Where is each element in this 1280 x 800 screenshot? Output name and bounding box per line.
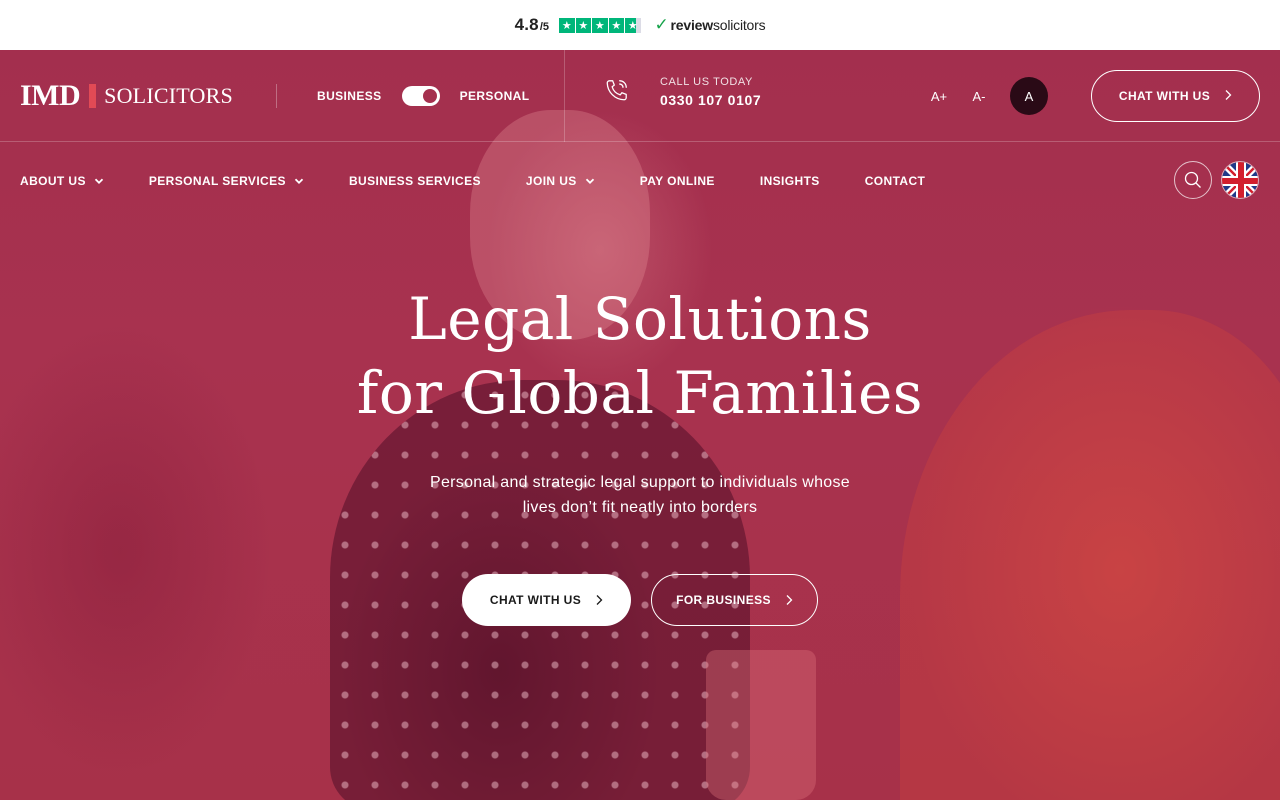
nav-label: PAY ONLINE [639,174,715,188]
nav-item-join-us[interactable]: JOIN US [526,174,595,188]
nav-item-pay-online[interactable]: PAY ONLINE [640,174,715,188]
nav-item-insights[interactable]: INSIGHTS [760,174,820,188]
header-separator [564,50,565,142]
nav-label: INSIGHTS [759,174,820,188]
hero-subtitle-line-1: Personal and strategic legal support to … [429,474,850,491]
audience-toggle[interactable] [401,86,440,106]
logo-bar [89,84,97,108]
rating-score: 4.8 /5 [515,15,549,35]
review-bar: 4.8 /5 ★ ★ ★ ★ ★ ✓ reviewsolicitors [0,0,1280,50]
search-icon [1184,171,1201,188]
rating-stars: ★ ★ ★ ★ ★ [559,17,641,33]
nav-label: PERSONAL SERVICES [148,174,286,188]
nav-item-personal-services[interactable]: PERSONAL SERVICES [149,174,304,188]
phone-icon [604,77,630,108]
audience-switch: BUSINESS PERSONAL [317,86,529,106]
chevron-down-icon [585,178,594,184]
checkmark-icon: ✓ [654,15,669,35]
logo-review-text: review [670,17,714,33]
main-nav: ABOUT US PERSONAL SERVICES BUSINESS SERV… [20,174,970,188]
font-size-controls: A+ A- A [924,77,1048,115]
star-icon: ★ [608,17,624,33]
hero-title-line-2: for Global Families [356,359,924,427]
font-decrease-button[interactable]: A- [964,77,994,115]
hero-subtitle-line-2: lives don’t fit neatly into borders [522,499,758,516]
rating-value: 4.8 [514,15,539,34]
chevron-down-icon [294,178,304,184]
logo-solicitors-text: solicitors [712,17,766,33]
chevron-right-icon [786,595,793,605]
nav-label: JOIN US [525,174,577,188]
site-header: IMD SOLICITORS BUSINESS PERSONAL CALL US… [0,50,1280,142]
logo-solicitors: SOLICITORS [104,83,233,108]
star-icon: ★ [625,17,641,33]
nav-item-contact[interactable]: CONTACT [865,174,926,188]
switch-business-label[interactable]: BUSINESS [317,89,382,103]
hero-cta-row: CHAT WITH US FOR BUSINESS [462,574,818,626]
font-reset-button[interactable]: A [1010,77,1048,115]
switch-personal-label[interactable]: PERSONAL [460,89,530,103]
language-selector[interactable] [1221,161,1259,199]
hero-photo-cup [706,650,816,800]
nav-label: BUSINESS SERVICES [348,174,481,188]
phone-number[interactable]: 0330 107 0107 [660,92,761,108]
hero-title: Legal Solutions for Global Families [0,282,1280,430]
chevron-right-icon [1224,89,1232,104]
call-us[interactable]: CALL US TODAY 0330 107 0107 [604,76,761,108]
toggle-knob [422,89,437,103]
chevron-down-icon [94,178,104,184]
font-increase-button[interactable]: A+ [924,77,954,115]
header-divider [276,84,277,108]
nav-label: ABOUT US [20,174,86,188]
nav-item-about-us[interactable]: ABOUT US [20,174,104,188]
reviewsolicitors-logo[interactable]: ✓ reviewsolicitors [655,15,766,35]
logo-imd: IMD [20,79,81,112]
business-button-label: FOR BUSINESS [676,593,771,607]
for-business-button[interactable]: FOR BUSINESS [651,574,818,626]
star-icon: ★ [592,17,608,33]
call-label: CALL US TODAY [660,76,753,88]
header-chat-button[interactable]: CHAT WITH US [1091,70,1260,122]
chat-button-label: CHAT WITH US [489,593,582,607]
star-icon: ★ [575,17,591,33]
chevron-right-icon [596,595,603,605]
site-logo[interactable]: IMD SOLICITORS [20,79,233,112]
header-chat-label: CHAT WITH US [1118,89,1211,103]
star-icon: ★ [559,17,575,33]
nav-label: CONTACT [864,174,926,188]
rating-scale: /5 [539,21,549,33]
search-button[interactable] [1174,161,1212,199]
hero-title-line-1: Legal Solutions [408,285,872,353]
hero-subtitle: Personal and strategic legal support to … [410,470,870,520]
chat-with-us-button[interactable]: CHAT WITH US [462,574,631,626]
nav-item-business-services[interactable]: BUSINESS SERVICES [349,174,481,188]
